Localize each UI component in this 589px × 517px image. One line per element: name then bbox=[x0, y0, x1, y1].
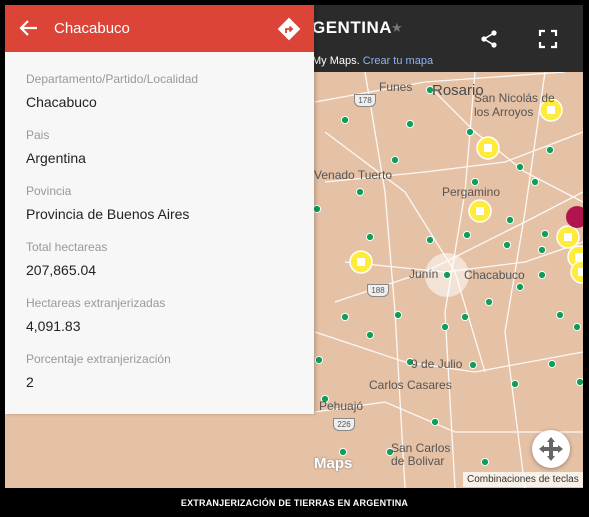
feature-details-panel: Chacabuco Departamento/Partido/Localidad… bbox=[5, 5, 314, 414]
green-marker[interactable] bbox=[465, 127, 475, 137]
place-label: Funes bbox=[379, 80, 413, 94]
fullscreen-icon[interactable] bbox=[538, 29, 558, 49]
place-label: Venado Tuerto bbox=[314, 168, 393, 182]
caption: EXTRANJERIZACIÓN DE TIERRAS EN ARGENTINA bbox=[180, 498, 409, 508]
yellow-marker[interactable] bbox=[468, 199, 492, 223]
field-label: Pais bbox=[26, 128, 50, 142]
place-label: Pergamino bbox=[442, 185, 501, 199]
green-marker[interactable] bbox=[537, 245, 547, 255]
green-marker[interactable] bbox=[575, 377, 583, 387]
green-marker[interactable] bbox=[515, 282, 525, 292]
keyboard-shortcuts-link[interactable]: Combinaciones de teclas bbox=[463, 472, 583, 487]
green-marker[interactable] bbox=[430, 417, 440, 427]
green-marker[interactable] bbox=[484, 297, 494, 307]
green-marker[interactable] bbox=[440, 322, 450, 332]
place-label: de Bolivar bbox=[391, 454, 445, 468]
field-value: 2 bbox=[26, 374, 34, 390]
star-icon[interactable]: ★ bbox=[391, 20, 403, 36]
green-marker[interactable] bbox=[502, 240, 512, 250]
yellow-marker[interactable] bbox=[556, 225, 580, 249]
place-label: Carlos Casares bbox=[369, 378, 452, 392]
place-label: Junín bbox=[409, 267, 439, 281]
field-value: 207,865.04 bbox=[26, 262, 97, 278]
share-icon[interactable] bbox=[479, 29, 499, 49]
green-marker[interactable] bbox=[425, 235, 435, 245]
place-label: 9 de Julio bbox=[411, 357, 463, 371]
field-hectareas-extranjerizadas: Hectareas extranjerizadas 4,091.83 bbox=[26, 296, 165, 334]
green-marker[interactable] bbox=[314, 355, 324, 365]
selected-marker[interactable] bbox=[442, 270, 452, 280]
green-marker[interactable] bbox=[462, 230, 472, 240]
map-title: GENTINA bbox=[312, 18, 392, 37]
green-marker[interactable] bbox=[515, 162, 525, 172]
route-shield: 178 bbox=[354, 94, 376, 107]
panel-title: Chacabuco bbox=[54, 20, 130, 37]
green-marker[interactable] bbox=[460, 312, 470, 322]
mymaps-label: My Maps. bbox=[312, 55, 360, 67]
green-marker[interactable] bbox=[505, 215, 515, 225]
field-value: Chacabuco bbox=[26, 94, 97, 110]
green-marker[interactable] bbox=[340, 115, 350, 125]
nav-control-icon[interactable] bbox=[532, 430, 570, 468]
place-label: los Arroyos bbox=[474, 105, 534, 119]
field-porcentaje: Porcentaje extranjerización 2 bbox=[26, 352, 171, 390]
place-label: Pehuajó bbox=[319, 399, 364, 413]
route-shield: 188 bbox=[367, 284, 389, 297]
field-departamento: Departamento/Partido/Localidad Chacabuco bbox=[26, 72, 198, 110]
green-marker[interactable] bbox=[480, 457, 490, 467]
green-marker[interactable] bbox=[390, 155, 400, 165]
field-provincia: Povincia Provincia de Buenos Aires bbox=[26, 184, 189, 222]
field-label: Hectareas extranjerizadas bbox=[26, 296, 166, 310]
pink-marker[interactable] bbox=[566, 206, 583, 228]
green-marker[interactable] bbox=[365, 232, 375, 242]
green-marker[interactable] bbox=[540, 229, 550, 239]
green-marker[interactable] bbox=[547, 359, 557, 369]
field-label: Departamento/Partido/Localidad bbox=[26, 72, 199, 86]
green-marker[interactable] bbox=[468, 360, 478, 370]
field-pais: Pais Argentina bbox=[26, 128, 86, 166]
green-marker[interactable] bbox=[545, 145, 555, 155]
field-value: Argentina bbox=[26, 150, 86, 166]
field-value: Provincia de Buenos Aires bbox=[26, 206, 190, 222]
route-shield: 226 bbox=[333, 418, 355, 431]
green-marker[interactable] bbox=[530, 177, 540, 187]
field-label: Total hectareas bbox=[26, 240, 108, 254]
field-label: Povincia bbox=[26, 184, 72, 198]
green-marker[interactable] bbox=[312, 204, 322, 214]
green-marker[interactable] bbox=[510, 379, 520, 389]
place-label: San Nicolás de bbox=[474, 91, 555, 105]
mymaps-line: My Maps. Crear tu mapa bbox=[312, 55, 433, 67]
green-marker[interactable] bbox=[537, 270, 547, 280]
green-marker[interactable] bbox=[355, 187, 365, 197]
green-marker[interactable] bbox=[393, 310, 403, 320]
yellow-marker[interactable] bbox=[349, 250, 373, 274]
green-marker[interactable] bbox=[572, 322, 582, 332]
place-label: Chacabuco bbox=[464, 268, 525, 282]
directions-icon[interactable] bbox=[277, 17, 301, 41]
back-arrow-icon[interactable] bbox=[19, 18, 39, 38]
yellow-marker[interactable] bbox=[476, 136, 500, 160]
green-marker[interactable] bbox=[555, 310, 565, 320]
green-marker[interactable] bbox=[365, 330, 375, 340]
green-marker[interactable] bbox=[340, 312, 350, 322]
green-marker[interactable] bbox=[405, 119, 415, 129]
field-label: Porcentaje extranjerización bbox=[26, 352, 171, 366]
create-map-link[interactable]: Crear tu mapa bbox=[363, 55, 433, 67]
field-value: 4,091.83 bbox=[26, 318, 81, 334]
place-label: San Carlos bbox=[391, 441, 451, 455]
panel-header: Chacabuco bbox=[5, 5, 314, 52]
map-viewer: Funes Rosario San Nicolás de los Arroyos… bbox=[5, 5, 583, 488]
maps-watermark: Maps bbox=[314, 455, 353, 472]
field-total-hectareas: Total hectareas 207,865.04 bbox=[26, 240, 107, 278]
